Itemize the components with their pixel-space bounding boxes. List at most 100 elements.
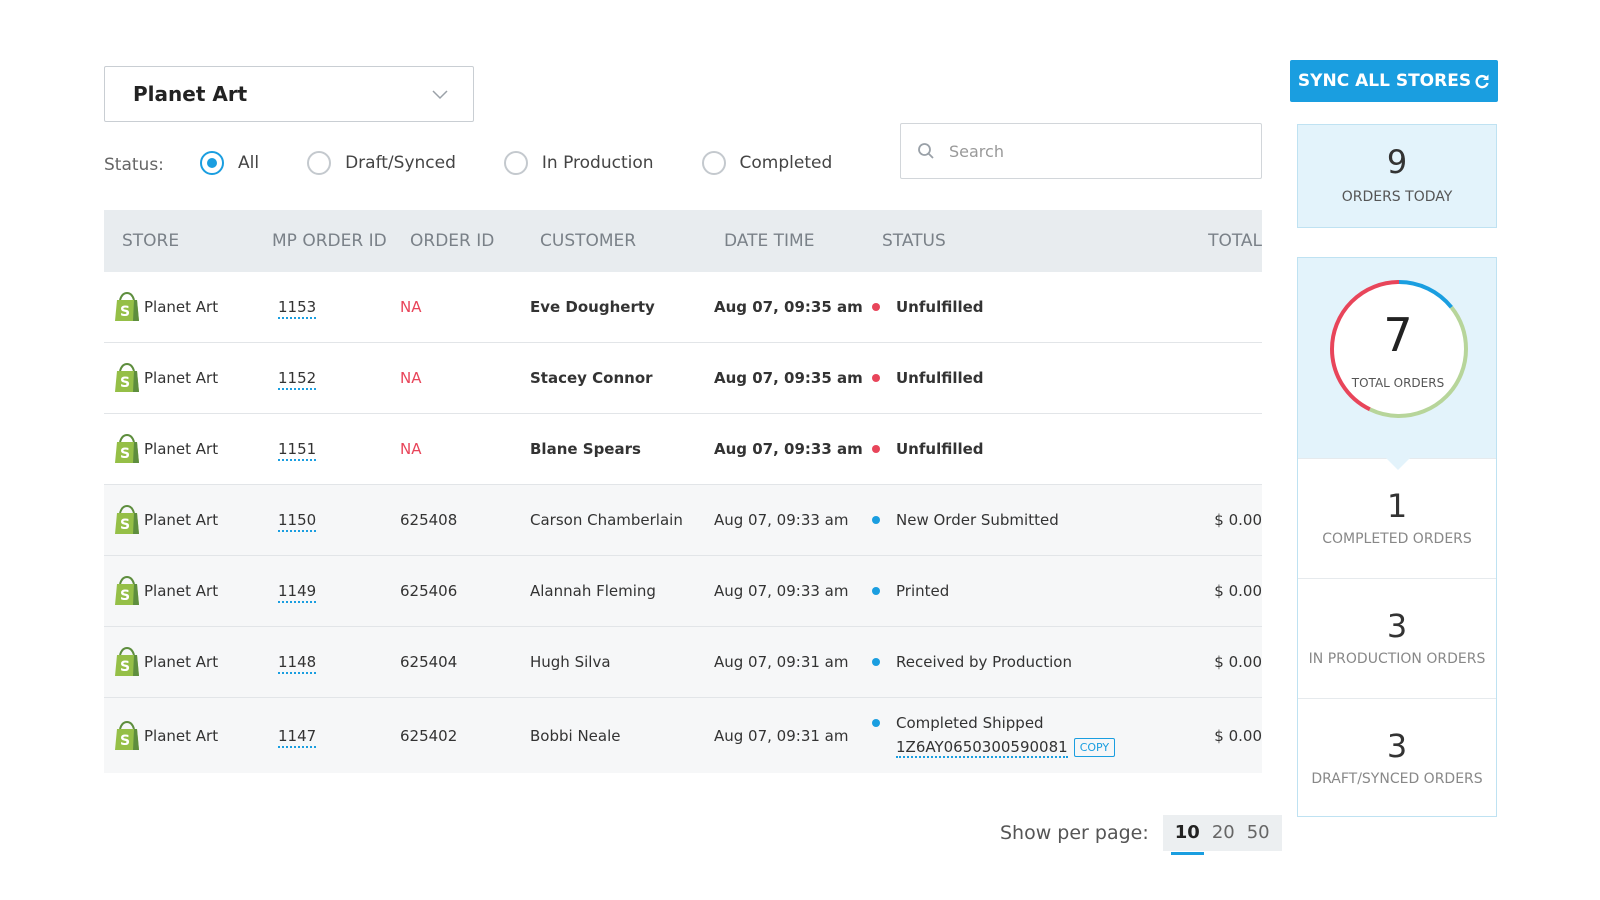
status-dot — [872, 718, 880, 727]
radio-in-production[interactable] — [503, 151, 528, 175]
per-page-options: 10 20 50 — [1162, 815, 1282, 855]
table-row: S Planet Art 1153 NA Eve Dougherty Aug 0… — [104, 272, 1262, 343]
status-cell: Completed Shipped 1Z6AY0650300590081 COP… — [872, 714, 1192, 758]
mp-order-id-link[interactable]: 1153 — [278, 298, 317, 319]
tracking-number-link[interactable]: 1Z6AY0650300590081 — [896, 738, 1068, 758]
order-id-cell: NA — [400, 369, 422, 387]
status-option-label: All — [238, 153, 260, 173]
date-time-cell: Aug 07, 09:31 am — [714, 653, 849, 671]
status-option-all[interactable]: All — [200, 151, 259, 175]
mp-order-id-link[interactable]: 1147 — [278, 726, 317, 748]
shopify-bag-icon: S — [115, 363, 139, 392]
mp-order-id-link[interactable]: 1152 — [278, 369, 317, 390]
mp-order-id-cell: 1152 — [244, 369, 400, 390]
per-page-option-50[interactable]: 50 — [1241, 815, 1276, 851]
status-option-label: Completed — [739, 153, 833, 173]
status-cell: Received by Production — [872, 653, 1192, 671]
refresh-icon — [1475, 74, 1489, 89]
svg-text:S: S — [120, 375, 130, 391]
per-page-selector: Show per page: 10 20 50 — [1000, 815, 1282, 855]
table-row: S Planet Art 1150 625408 Carson Chamberl… — [104, 485, 1262, 556]
status-cell: Unfulfilled — [872, 369, 1192, 387]
orders-today-value: 9 — [1386, 143, 1408, 181]
tracking-info: 1Z6AY0650300590081 COPY — [896, 738, 1192, 758]
order-id-cell: 625402 — [400, 726, 458, 745]
column-header-status: STATUS — [882, 231, 946, 251]
mp-order-id-link[interactable]: 1150 — [278, 511, 317, 532]
status-text: Printed — [896, 582, 950, 600]
column-header-mp-order-id: MP ORDER ID — [272, 231, 387, 251]
svg-text:S: S — [120, 517, 130, 533]
order-id-cell: 625406 — [400, 582, 458, 600]
sync-all-stores-button[interactable]: SYNC ALL STORES — [1290, 60, 1498, 102]
status-dot — [872, 516, 880, 524]
store-cell: S Planet Art — [104, 576, 244, 606]
shopify-bag-icon: S — [115, 576, 139, 605]
shopify-bag-icon: S — [115, 647, 139, 676]
search-input[interactable] — [949, 141, 1239, 161]
copy-tracking-button[interactable]: COPY — [1073, 738, 1116, 757]
shopify-bag-icon: S — [115, 720, 139, 750]
table-header: STORE MP ORDER ID ORDER ID CUSTOMER DATE… — [104, 210, 1262, 272]
date-time-cell: Aug 07, 09:33 am — [714, 440, 863, 458]
mp-order-id-link[interactable]: 1148 — [278, 653, 317, 674]
order-id-cell: NA — [400, 440, 422, 458]
mp-order-id-link[interactable]: 1151 — [278, 440, 317, 461]
order-id-cell: 625404 — [400, 653, 458, 671]
status-dot — [872, 587, 880, 595]
status-cell: Printed — [872, 582, 1192, 600]
per-page-label: Show per page: — [1000, 822, 1149, 844]
total-cell: $ 0.00 — [1214, 726, 1262, 745]
status-text: Completed Shipped — [896, 713, 1044, 732]
svg-text:S: S — [120, 588, 130, 604]
status-text: Unfulfilled — [896, 298, 984, 316]
store-cell: S Planet Art — [104, 720, 244, 751]
customer-cell: Blane Spears — [530, 440, 641, 458]
svg-text:S: S — [120, 304, 130, 320]
stat-completed-orders: 1 COMPLETED ORDERS — [1298, 458, 1496, 578]
status-option-in-production[interactable]: In Production — [503, 151, 654, 175]
status-text: Received by Production — [896, 653, 1072, 671]
stat-label: IN PRODUCTION ORDERS — [1308, 651, 1486, 667]
total-orders-label: TOTAL ORDERS — [1351, 376, 1445, 390]
stat-in-production-orders: 3 IN PRODUCTION ORDERS — [1298, 578, 1496, 698]
table-row: S Planet Art 1147 625402 Bobbi Neale Aug… — [104, 698, 1262, 773]
customer-cell: Alannah Fleming — [530, 582, 656, 600]
status-text: Unfulfilled — [896, 440, 984, 458]
date-time-cell: Aug 07, 09:33 am — [714, 582, 849, 600]
radio-completed[interactable] — [701, 151, 726, 175]
chevron-down-icon — [432, 90, 448, 100]
status-cell: New Order Submitted — [872, 511, 1192, 529]
status-dot — [872, 658, 880, 666]
store-cell: S Planet Art — [104, 647, 244, 677]
mp-order-id-cell: 1148 — [244, 653, 400, 674]
status-option-draft-synced[interactable]: Draft/Synced — [307, 151, 456, 175]
store-name: Planet Art — [144, 511, 219, 529]
status-option-label: Draft/Synced — [345, 153, 456, 173]
orders-today-card: 9 ORDERS TODAY — [1297, 124, 1497, 228]
status-cell: Unfulfilled — [872, 298, 1192, 316]
table-row: S Planet Art 1148 625404 Hugh Silva Aug … — [104, 627, 1262, 698]
order-id-cell: 625408 — [400, 511, 458, 529]
store-name: Planet Art — [144, 653, 219, 671]
order-id-cell: NA — [400, 298, 422, 316]
store-select-dropdown[interactable]: Planet Art — [104, 66, 474, 122]
date-time-cell: Aug 07, 09:33 am — [714, 511, 849, 529]
stat-value: 3 — [1386, 727, 1408, 765]
orders-today-label: ORDERS TODAY — [1341, 189, 1453, 205]
status-option-label: In Production — [541, 153, 654, 173]
svg-text:S: S — [120, 733, 130, 749]
store-name: Planet Art — [144, 726, 219, 745]
column-header-store: STORE — [122, 231, 180, 251]
per-page-option-10[interactable]: 10 — [1169, 815, 1206, 855]
radio-draft-synced[interactable] — [307, 151, 332, 175]
customer-cell: Carson Chamberlain — [530, 511, 683, 529]
total-cell: $ 0.00 — [1214, 653, 1262, 671]
store-cell: S Planet Art — [104, 434, 244, 464]
status-option-completed[interactable]: Completed — [701, 151, 833, 175]
per-page-option-20[interactable]: 20 — [1206, 815, 1241, 851]
mp-order-id-link[interactable]: 1149 — [278, 582, 317, 603]
order-stats-card: 7 TOTAL ORDERS 1 COMPLETED ORDERS 3 IN P… — [1297, 257, 1497, 817]
status-cell: Unfulfilled — [872, 440, 1192, 458]
radio-all[interactable] — [200, 151, 224, 175]
